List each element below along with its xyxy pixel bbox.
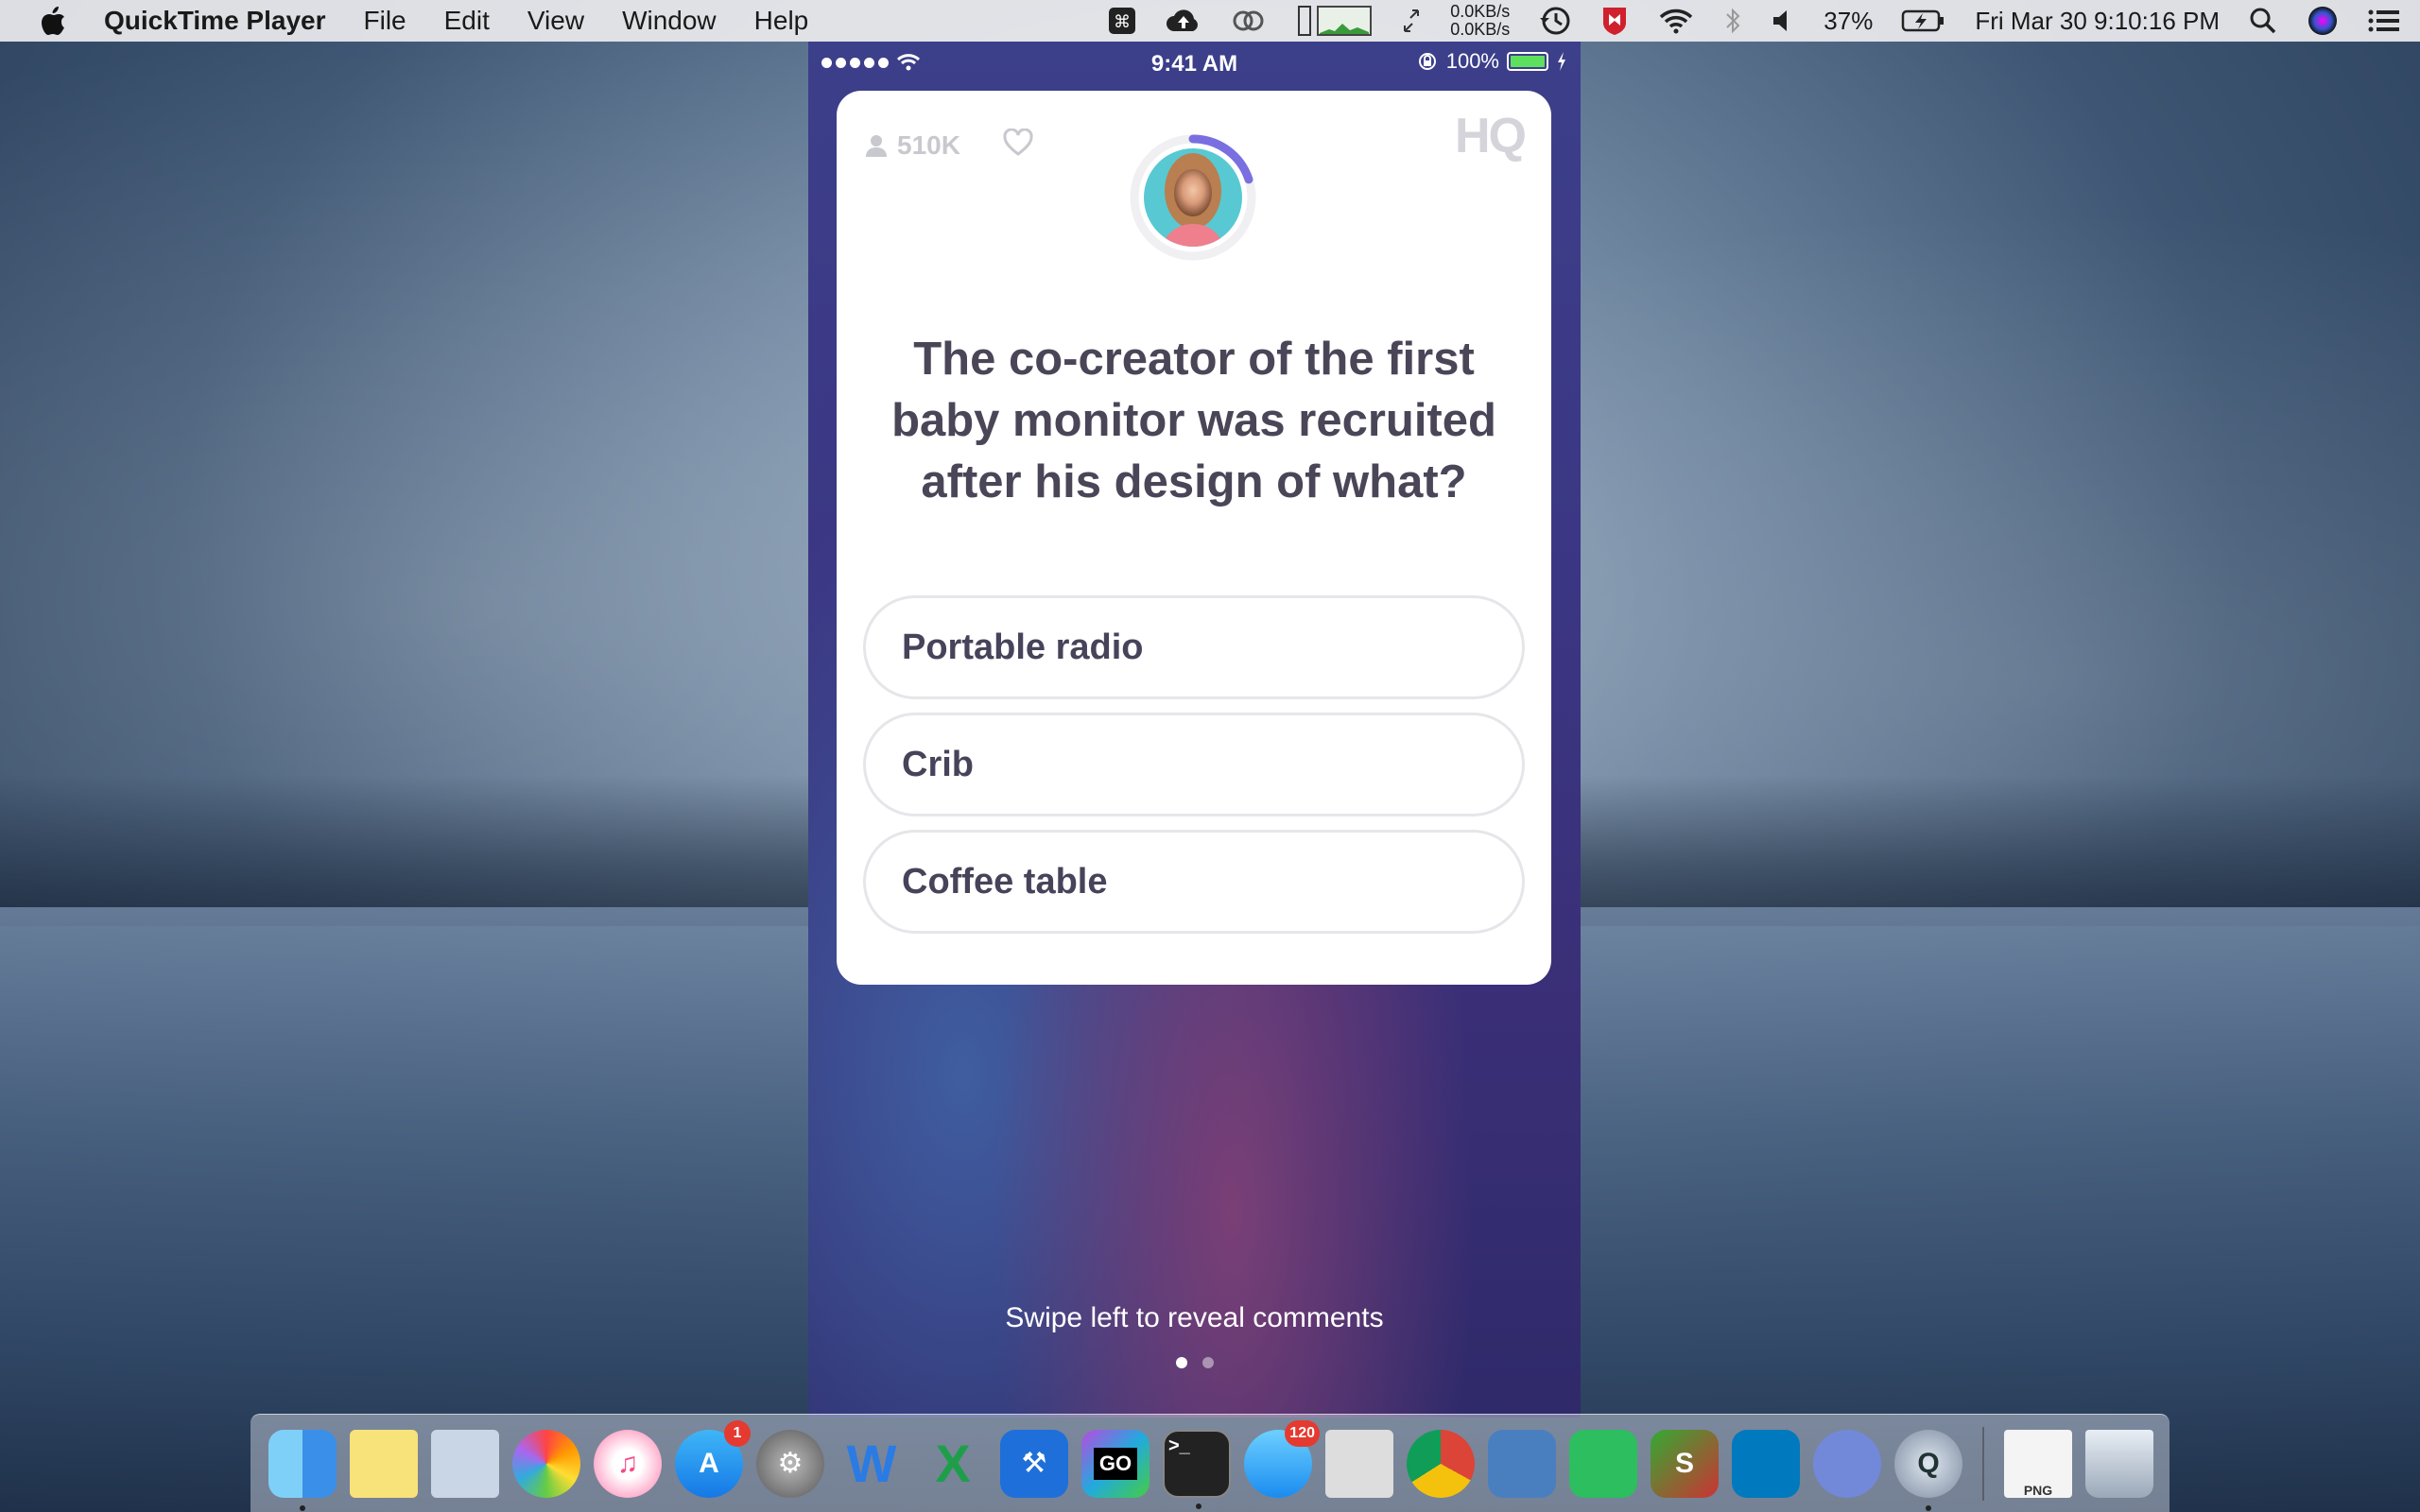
evernote-icon[interactable] (1569, 1429, 1637, 1498)
word-icon[interactable]: W (838, 1430, 906, 1498)
xcode-icon[interactable]: ⚒ (1000, 1429, 1068, 1498)
terminal-icon[interactable]: >_ (1163, 1429, 1231, 1509)
mail-icon[interactable] (431, 1429, 499, 1498)
hq-logo: HQ (1455, 109, 1527, 163)
command-key-icon[interactable]: ⌘ (1108, 7, 1136, 35)
finder-icon[interactable] (268, 1429, 337, 1511)
dock: ♫ A1 ⚙ W X ⚒ GO >_ 120 S Q PNG (251, 1414, 2169, 1512)
rotation-lock-icon (1418, 53, 1436, 70)
trash-icon[interactable] (2085, 1429, 2153, 1498)
chrome-icon[interactable] (1407, 1429, 1475, 1498)
volume-icon[interactable] (1771, 7, 1795, 35)
menu-edit[interactable]: Edit (444, 6, 490, 36)
ios-battery-icon (1507, 52, 1548, 71)
wifi-icon[interactable] (1657, 7, 1695, 35)
app-store-icon[interactable]: A1 (675, 1419, 751, 1498)
answer-option-3[interactable]: Coffee table (863, 830, 1525, 934)
answer-label: Portable radio (902, 627, 1144, 667)
answer-option-1[interactable]: Portable radio (863, 595, 1525, 699)
answer-option-2[interactable]: Crib (863, 713, 1525, 816)
iphone-screen-mirror: 9:41 AM 100% 510K HQ The co-creator of t… (808, 42, 1581, 1418)
goland-label: GO (1093, 1447, 1138, 1480)
battery-charging-icon[interactable] (1901, 7, 1946, 35)
answer-options: Portable radio Crib Coffee table (863, 595, 1525, 947)
trello-icon[interactable] (1732, 1429, 1800, 1498)
resize-arrows-icon[interactable] (1401, 7, 1422, 35)
app-name-menu[interactable]: QuickTime Player (104, 6, 326, 36)
clock[interactable]: Fri Mar 30 9:10:16 PM (1975, 7, 2220, 36)
quicktime-icon[interactable]: Q (1894, 1429, 1962, 1511)
system-preferences-icon[interactable]: ⚙ (756, 1429, 824, 1498)
apple-menu-icon[interactable] (36, 4, 70, 38)
page-dot (1201, 1357, 1214, 1368)
answer-label: Coffee table (902, 861, 1108, 902)
cpu-graph-icon[interactable] (1297, 5, 1373, 37)
person-icon (866, 135, 887, 157)
question-card: 510K HQ The co-creator of the first baby… (837, 91, 1551, 985)
page-indicator[interactable] (808, 1357, 1581, 1368)
itunes-icon[interactable]: ♫ (594, 1429, 662, 1498)
png-file-icon[interactable]: PNG (2004, 1429, 2072, 1498)
virtualbox-icon[interactable] (1488, 1429, 1556, 1498)
viewer-count-label: 510K (897, 130, 960, 160)
swipe-hint: Swipe left to reveal comments (1005, 1302, 1384, 1333)
menu-file[interactable]: File (364, 6, 406, 36)
messages-icon[interactable]: 120 (1244, 1419, 1320, 1498)
goland-icon[interactable]: GO (1081, 1429, 1150, 1498)
ios-status-right: 100% (1416, 49, 1567, 74)
png-label: PNG (2023, 1482, 2053, 1498)
answer-label: Crib (902, 744, 974, 784)
menu-view[interactable]: View (527, 6, 584, 36)
viewer-count: 510K (865, 130, 960, 161)
preview-screenshot-icon[interactable] (1325, 1429, 1393, 1498)
status-area: ⌘ 0.0KB/s 0.0KB/s 37% Fri Mar 30 9:10:16… (1108, 0, 2401, 42)
menu-bar: QuickTime Player File Edit View Window H… (0, 0, 2420, 42)
scrivener-icon[interactable]: S (1651, 1429, 1719, 1498)
net-upload: 0.0KB/s (1450, 2, 1511, 21)
svg-text:⌘: ⌘ (1114, 12, 1131, 32)
countdown-ring (1130, 134, 1256, 261)
menu-window[interactable]: Window (622, 6, 717, 36)
menu-help[interactable]: Help (754, 6, 809, 36)
heart-icon[interactable] (1003, 128, 1033, 162)
ios-battery-percent: 100% (1445, 49, 1499, 73)
network-speed[interactable]: 0.0KB/s 0.0KB/s (1450, 3, 1510, 39)
question-text: The co-creator of the first baby monitor… (891, 334, 1496, 507)
charging-bolt-icon (1558, 52, 1565, 71)
net-download: 0.0KB/s (1450, 20, 1511, 39)
battery-percent[interactable]: 37% (1824, 7, 1873, 36)
app-store-badge: 1 (724, 1419, 751, 1447)
time-machine-icon[interactable] (1538, 5, 1572, 37)
mcafee-shield-icon[interactable] (1600, 5, 1629, 37)
messages-badge: 120 (1285, 1419, 1320, 1447)
notes-icon[interactable] (350, 1429, 418, 1498)
excel-icon[interactable]: X (919, 1430, 987, 1498)
photos-icon[interactable] (512, 1429, 580, 1498)
discord-icon[interactable] (1813, 1429, 1881, 1498)
page-dot-active (1175, 1357, 1187, 1368)
ios-status-bar: 9:41 AM 100% (808, 42, 1581, 83)
notification-center-icon[interactable] (2367, 7, 2401, 35)
siri-icon[interactable] (2307, 5, 2339, 37)
creative-cloud-icon[interactable] (1231, 7, 1269, 35)
spotlight-search-icon[interactable] (2248, 6, 2278, 36)
cloud-upload-icon[interactable] (1165, 7, 1202, 35)
host-avatar-timer (1130, 134, 1256, 261)
bluetooth-icon[interactable] (1723, 7, 1742, 35)
dock-separator (1982, 1426, 1984, 1501)
